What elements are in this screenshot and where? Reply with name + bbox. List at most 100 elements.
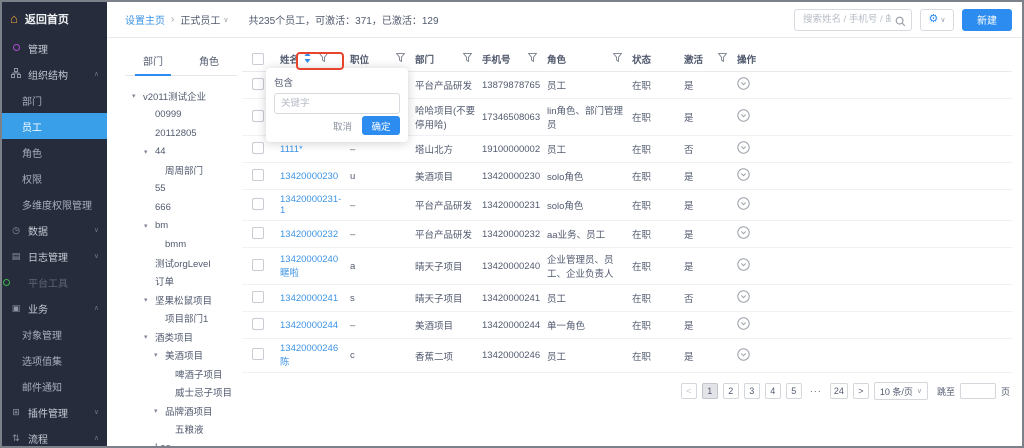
sidebar-item-department[interactable]: 部门 (2, 87, 107, 113)
row-checkbox[interactable] (252, 142, 264, 154)
sidebar-item-org-structure[interactable]: 组织结构 ∧ (2, 61, 107, 87)
page-size-select[interactable]: 10 条/页 ∨ (874, 382, 928, 400)
employee-name-link[interactable]: 13420000244 (280, 320, 350, 331)
page-button[interactable]: 4 (765, 383, 781, 399)
tree-node[interactable]: 项目部门1 (125, 309, 237, 328)
tab-role[interactable]: 角色 (181, 50, 237, 75)
tree-node[interactable]: ▾44 (125, 143, 237, 162)
tree-node[interactable]: 啤酒子项目 (125, 365, 237, 384)
row-checkbox[interactable] (252, 198, 264, 210)
filter-icon[interactable] (396, 53, 405, 65)
row-action-icon[interactable] (737, 146, 750, 157)
row-checkbox[interactable] (252, 110, 264, 122)
caret-down-icon[interactable]: ▾ (144, 222, 155, 230)
employee-name-link[interactable]: 13420000230 (280, 171, 350, 182)
sort-icon[interactable] (304, 52, 311, 66)
caret-down-icon[interactable]: ▾ (154, 407, 165, 415)
caret-down-icon[interactable]: ▾ (144, 296, 155, 304)
sidebar-item-business[interactable]: ▣ 业务 ∧ (2, 295, 107, 321)
tree-node[interactable]: 威士忌子项目 (125, 383, 237, 402)
tree-node[interactable]: 五粮液 (125, 420, 237, 439)
sidebar-item-permission[interactable]: 权限 (2, 165, 107, 191)
tree-node[interactable]: ▾bm (125, 217, 237, 236)
tree-node[interactable]: ▾v2011测试企业 (125, 87, 237, 106)
breadcrumb-current[interactable]: 正式员工 (180, 12, 220, 27)
create-button[interactable]: 新建 (962, 9, 1012, 31)
sidebar-item-email-notify[interactable]: 邮件通知 (2, 373, 107, 399)
page-button[interactable]: 5 (786, 383, 802, 399)
filter-icon[interactable] (528, 53, 537, 65)
row-checkbox[interactable] (252, 78, 264, 90)
page-button[interactable]: 24 (830, 383, 848, 399)
row-action-icon[interactable] (737, 114, 750, 125)
row-action-icon[interactable] (737, 173, 750, 184)
row-action-icon[interactable] (737, 295, 750, 306)
employee-name-link[interactable]: 13420000232 (280, 229, 350, 240)
filter-cancel-button[interactable]: 取消 (333, 119, 352, 133)
sidebar-item-platform-tools[interactable]: 平台工具 (2, 269, 107, 295)
tree-node[interactable]: ▾美酒项目 (125, 346, 237, 365)
row-action-icon[interactable] (737, 82, 750, 93)
tree-node[interactable]: 00999 (125, 106, 237, 125)
tree-node[interactable]: ▾品牌酒项目 (125, 402, 237, 421)
sidebar-item-manage[interactable]: 管理 (2, 35, 107, 61)
caret-down-icon[interactable]: ▾ (144, 333, 155, 341)
tree-node[interactable]: 55 (125, 180, 237, 199)
tree-node[interactable]: ▾Lee (125, 439, 237, 448)
employee-name-link[interactable]: 13420000246陈 (280, 343, 350, 368)
sidebar-item-employee[interactable]: 员工 (2, 113, 107, 139)
jump-page-input[interactable] (960, 383, 996, 399)
row-action-icon[interactable] (737, 353, 750, 364)
tree-node[interactable]: 20112805 (125, 124, 237, 143)
row-action-icon[interactable] (737, 263, 750, 274)
row-action-icon[interactable] (737, 322, 750, 333)
tree-node[interactable]: 周周部门 (125, 161, 237, 180)
row-checkbox[interactable] (252, 291, 264, 303)
sidebar-item-role[interactable]: 角色 (2, 139, 107, 165)
caret-down-icon[interactable]: ▾ (132, 92, 143, 100)
row-action-icon[interactable] (737, 202, 750, 213)
filter-icon[interactable] (463, 53, 472, 65)
select-all-checkbox[interactable] (252, 53, 264, 65)
caret-down-icon[interactable]: ▾ (144, 148, 155, 156)
prev-page-button[interactable]: < (681, 383, 697, 399)
filter-confirm-button[interactable]: 确定 (362, 116, 400, 135)
page-button[interactable]: 2 (723, 383, 739, 399)
row-checkbox[interactable] (252, 348, 264, 360)
next-page-button[interactable]: > (853, 383, 869, 399)
caret-down-icon[interactable]: ▾ (154, 351, 165, 359)
settings-button[interactable]: ⚙ ∨ (920, 9, 954, 31)
employee-name-link[interactable]: 13420000231-1 (280, 194, 350, 216)
filter-icon[interactable] (613, 53, 622, 65)
page-button[interactable]: 3 (744, 383, 760, 399)
sidebar-item-multidim-permission[interactable]: 多维度权限管理 (2, 191, 107, 217)
row-checkbox[interactable] (252, 169, 264, 181)
filter-icon[interactable] (319, 53, 328, 65)
caret-down-icon[interactable]: ▾ (144, 444, 155, 448)
tree-node[interactable]: ▾酒类项目 (125, 328, 237, 347)
employee-name-link[interactable]: 13420000241 (280, 293, 350, 304)
tree-node[interactable]: ▾坚果松鼠项目 (125, 291, 237, 310)
tree-node[interactable]: 订单 (125, 272, 237, 291)
employee-name-link[interactable]: 1111* (280, 144, 350, 155)
sidebar-item-option-valueset[interactable]: 选项值集 (2, 347, 107, 373)
row-action-icon[interactable] (737, 231, 750, 242)
sidebar-item-workflow[interactable]: ⇅ 流程 ∧ (2, 425, 107, 448)
filter-icon[interactable] (718, 53, 727, 65)
row-checkbox[interactable] (252, 259, 264, 271)
tab-department[interactable]: 部门 (125, 50, 181, 75)
row-checkbox[interactable] (252, 318, 264, 330)
tree-node[interactable]: 测试orgLevel (125, 254, 237, 273)
sidebar-item-plugin-manage[interactable]: ⊞ 插件管理 ∨ (2, 399, 107, 425)
row-checkbox[interactable] (252, 227, 264, 239)
sidebar-home[interactable]: ⌂ 返回首页 (2, 2, 107, 35)
sidebar-item-log-manage[interactable]: ▤ 日志管理 ∨ (2, 243, 107, 269)
breadcrumb-home-link[interactable]: 设置主页 (125, 12, 165, 27)
page-ellipsis[interactable]: ··· (807, 383, 825, 399)
employee-name-link[interactable]: 13420000240暱啦 (280, 254, 350, 279)
sidebar-item-data[interactable]: ◷ 数据 ∨ (2, 217, 107, 243)
tree-node[interactable]: bmm (125, 235, 237, 254)
filter-keyword-input[interactable] (274, 93, 400, 114)
page-button[interactable]: 1 (702, 383, 718, 399)
tree-node[interactable]: 666 (125, 198, 237, 217)
